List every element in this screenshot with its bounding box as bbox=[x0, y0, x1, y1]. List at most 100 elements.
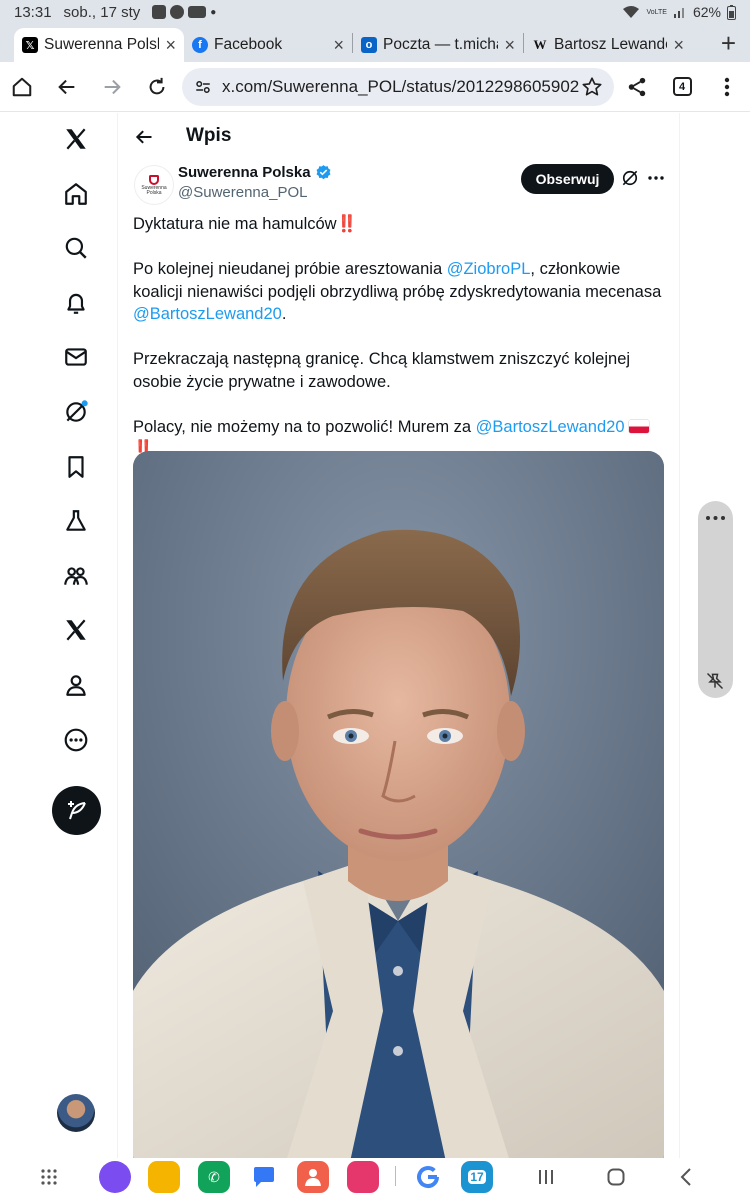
x-logo-icon: 𝕏 bbox=[22, 37, 38, 53]
home-nav-icon[interactable] bbox=[606, 1167, 626, 1187]
party-logo-text: Suwerenna Polska bbox=[141, 184, 167, 196]
battery-icon bbox=[727, 4, 736, 20]
close-tab-icon[interactable]: × bbox=[165, 35, 176, 56]
share-button[interactable] bbox=[615, 65, 659, 109]
floating-edge-panel[interactable] bbox=[698, 501, 733, 698]
volte-icon: VoLTE bbox=[646, 8, 667, 16]
nav-jobs[interactable] bbox=[52, 497, 100, 545]
nav-messages[interactable] bbox=[52, 333, 100, 381]
compose-post-button[interactable] bbox=[52, 786, 101, 835]
account-avatar[interactable] bbox=[57, 1094, 95, 1132]
more-horizontal-icon bbox=[648, 176, 664, 180]
checkbox-notification-icon bbox=[152, 5, 167, 19]
grok-explain-button[interactable] bbox=[618, 166, 642, 190]
tab-switcher-button[interactable]: 4 bbox=[660, 65, 704, 109]
author-handle[interactable]: @Suwerenna_POL bbox=[178, 184, 307, 201]
tab-label: Bartosz Lewandowski bbox=[554, 36, 667, 53]
tab-facebook[interactable]: f Facebook × bbox=[184, 28, 352, 62]
tab-suwerenna-polska[interactable]: 𝕏 Suwerenna Polska × bbox=[14, 28, 184, 62]
screen-recorder-app-icon[interactable] bbox=[347, 1161, 379, 1193]
unpin-icon[interactable] bbox=[705, 671, 725, 691]
poland-flag-emoji bbox=[629, 419, 650, 433]
calendar-day-number: 17 bbox=[468, 1170, 486, 1184]
nav-explore[interactable] bbox=[52, 224, 100, 272]
facebook-logo-icon: f bbox=[192, 37, 208, 53]
nav-premium[interactable] bbox=[52, 606, 100, 654]
kebab-menu-icon bbox=[724, 77, 730, 96]
messages-app-icon[interactable] bbox=[248, 1161, 280, 1193]
new-tab-button[interactable]: + bbox=[721, 28, 736, 59]
app-drawer-icon[interactable] bbox=[40, 1168, 58, 1186]
back-button[interactable] bbox=[45, 65, 89, 109]
verified-badge-icon bbox=[316, 165, 331, 180]
signal-icon bbox=[673, 8, 684, 18]
google-app-icon[interactable] bbox=[412, 1161, 444, 1193]
browser-toolbar: x.com/Suwerenna_POL/status/2012298605902… bbox=[0, 62, 750, 112]
google-g-icon bbox=[417, 1166, 440, 1188]
tab-label: Suwerenna Polska bbox=[44, 36, 159, 53]
chat-bubble-icon bbox=[254, 1167, 274, 1187]
nav-more[interactable] bbox=[52, 716, 100, 764]
nav-grok[interactable] bbox=[52, 388, 100, 436]
nav-notifications[interactable] bbox=[52, 279, 100, 327]
post-photo[interactable] bbox=[133, 451, 664, 1158]
author-avatar[interactable]: Suwerenna Polska bbox=[134, 165, 174, 205]
grok-icon bbox=[622, 170, 638, 186]
phone-app-icon[interactable]: ✆ bbox=[198, 1161, 230, 1193]
tab-bartosz-lewandowski[interactable]: W Bartosz Lewandowski × bbox=[524, 28, 692, 62]
mention-bartoszlewand20-link[interactable]: @BartoszLewand20 bbox=[133, 305, 282, 323]
nav-bookmarks[interactable] bbox=[52, 443, 100, 491]
mention-bartoszlewand20-link[interactable]: @BartoszLewand20 bbox=[476, 418, 625, 436]
feather-plus-icon bbox=[67, 800, 86, 819]
x-sidebar bbox=[0, 113, 118, 1158]
page-title: Wpis bbox=[186, 125, 232, 146]
mention-ziobropl-link[interactable]: @ZiobroPL bbox=[447, 260, 531, 278]
whatsapp-notification-icon bbox=[170, 5, 185, 19]
browser-menu-button[interactable] bbox=[705, 65, 749, 109]
follow-button[interactable]: Obserwuj bbox=[521, 164, 614, 194]
home-button[interactable] bbox=[0, 65, 44, 109]
author-name[interactable]: Suwerenna Polska bbox=[178, 164, 332, 181]
address-bar[interactable]: x.com/Suwerenna_POL/status/2012298605902 bbox=[182, 68, 614, 106]
close-tab-icon[interactable]: × bbox=[333, 35, 344, 56]
recent-apps-icon[interactable] bbox=[537, 1168, 555, 1186]
double-exclamation-emoji: ‼️ bbox=[336, 215, 357, 233]
communities-icon bbox=[64, 567, 88, 585]
url-text[interactable]: x.com/Suwerenna_POL/status/2012298605902 bbox=[222, 77, 602, 97]
status-time: 13:31 bbox=[14, 3, 52, 21]
envelope-icon bbox=[65, 348, 87, 366]
close-tab-icon[interactable]: × bbox=[673, 35, 684, 56]
post-back-button[interactable] bbox=[130, 123, 158, 151]
nav-communities[interactable] bbox=[52, 552, 100, 600]
bell-icon bbox=[67, 293, 85, 314]
flask-icon bbox=[66, 510, 86, 531]
site-settings-icon[interactable] bbox=[194, 78, 212, 96]
bookmark-icon bbox=[68, 456, 84, 478]
tab-poczta[interactable]: o Poczta — t.michal × bbox=[353, 28, 523, 62]
arrow-left-icon bbox=[135, 130, 152, 144]
author-name-text: Suwerenna Polska bbox=[178, 164, 311, 181]
status-date: sob., 17 sty bbox=[63, 3, 141, 21]
forward-button[interactable] bbox=[90, 65, 134, 109]
back-nav-icon[interactable] bbox=[678, 1167, 694, 1187]
paragraph-text: . bbox=[281, 305, 287, 323]
nav-home[interactable] bbox=[52, 170, 100, 218]
post-line-1: Dyktatura nie ma hamulców‼️ bbox=[133, 213, 668, 236]
nav-profile[interactable] bbox=[52, 661, 100, 709]
bookmark-star-button[interactable] bbox=[570, 65, 614, 109]
share-icon bbox=[628, 77, 646, 96]
close-tab-icon[interactable]: × bbox=[504, 35, 515, 56]
paragraph-text: Polacy, nie możemy na to pozwolić! Murem… bbox=[133, 417, 476, 436]
post-more-button[interactable] bbox=[644, 166, 668, 190]
reload-button[interactable] bbox=[135, 65, 179, 109]
my-files-app-icon[interactable] bbox=[148, 1161, 180, 1193]
more-circle-icon bbox=[64, 728, 88, 752]
calendar-app-icon[interactable]: 17 bbox=[461, 1161, 493, 1193]
post-column: Wpis Suwerenna Polska Suwerenna Polska @… bbox=[118, 113, 680, 1158]
contacts-app-icon[interactable] bbox=[297, 1161, 329, 1193]
battery-level: 62% bbox=[692, 4, 721, 20]
samsung-internet-app-icon[interactable] bbox=[99, 1161, 131, 1193]
youtube-notification-icon bbox=[188, 6, 207, 18]
more-horizontal-icon[interactable] bbox=[698, 511, 733, 525]
x-logo-home-link[interactable] bbox=[52, 115, 100, 163]
